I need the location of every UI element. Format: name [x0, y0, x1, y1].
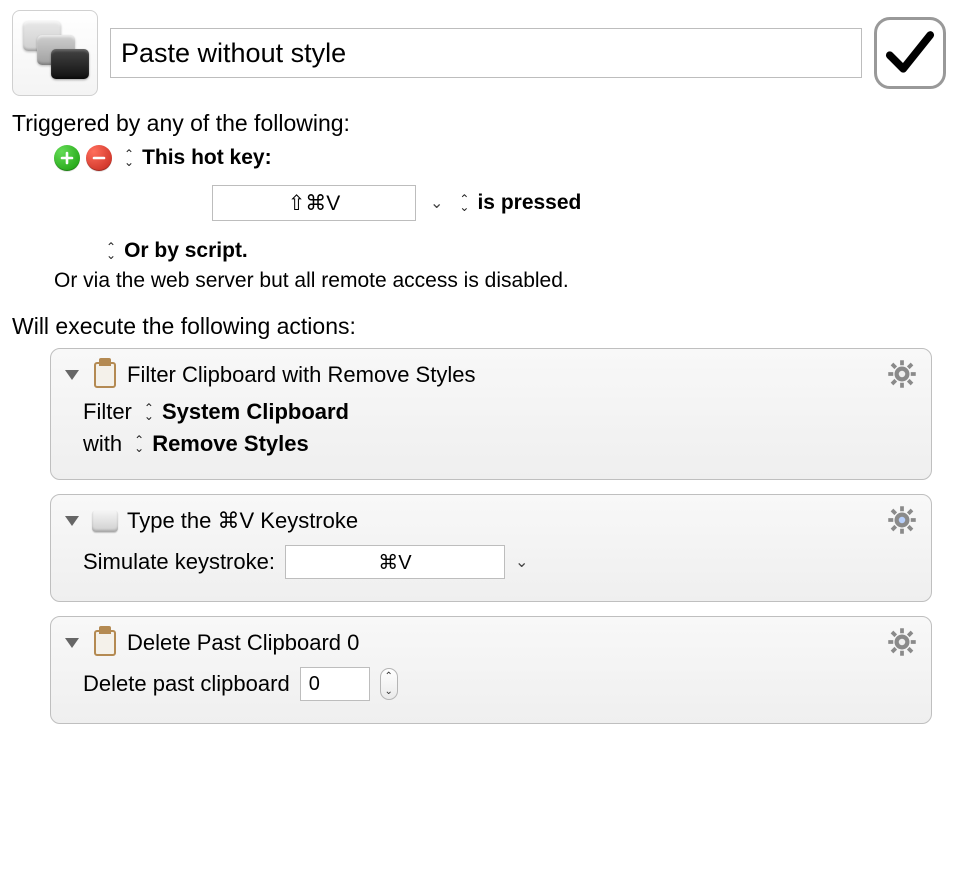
chevron-updown-icon: ⌃⌄ — [144, 404, 154, 420]
hotkey-value: ⇧⌘V — [288, 191, 341, 216]
keystroke-dropdown[interactable]: ⌄ — [515, 552, 528, 572]
hotkey-dropdown[interactable]: ⌄ — [430, 193, 443, 213]
actions-section-heading: Will execute the following actions: — [12, 313, 946, 340]
or-by-script-selector[interactable]: ⌃⌄ Or by script. — [104, 239, 248, 263]
keystroke-value: ⌘V — [378, 550, 411, 575]
stepper-up-icon: ⌃ — [384, 671, 392, 682]
chevron-updown-icon: ⌃⌄ — [134, 436, 144, 452]
action-title: Type the ⌘V Keystroke — [127, 508, 358, 534]
add-trigger-button[interactable] — [54, 145, 80, 171]
remote-note: Or via the web server but all remote acc… — [54, 269, 946, 293]
simulate-label: Simulate keystroke: — [83, 549, 275, 575]
gear-icon[interactable] — [887, 359, 917, 389]
chevron-updown-icon: ⌃⌄ — [459, 195, 469, 211]
trigger-condition-label: is pressed — [477, 191, 581, 215]
index-stepper[interactable]: ⌃ ⌄ — [380, 668, 398, 700]
macro-enabled-checkbox[interactable] — [874, 17, 946, 89]
filter-type-value: Remove Styles — [152, 431, 309, 457]
remove-trigger-button[interactable] — [86, 145, 112, 171]
key-icon — [91, 507, 119, 535]
action-title: Filter Clipboard with Remove Styles — [127, 362, 475, 388]
chevron-updown-icon: ⌃⌄ — [124, 150, 134, 166]
stepper-down-icon: ⌄ — [384, 686, 392, 697]
trigger-section-heading: Triggered by any of the following: — [12, 110, 946, 137]
action-delete-past-clipboard[interactable]: Delete Past Clipboard 0 Delete past clip… — [50, 616, 932, 724]
filter-source-selector[interactable]: ⌃⌄ System Clipboard — [142, 399, 349, 425]
filter-label: Filter — [83, 399, 132, 425]
trigger-type-label: This hot key: — [142, 146, 272, 170]
disclosure-triangle-icon[interactable] — [65, 638, 79, 648]
macro-title-input[interactable] — [110, 28, 862, 78]
hotkey-input[interactable]: ⇧⌘V — [212, 185, 416, 221]
gear-icon[interactable] — [887, 505, 917, 535]
delete-label: Delete past clipboard — [83, 671, 290, 697]
with-label: with — [83, 431, 122, 457]
action-filter-clipboard[interactable]: Filter Clipboard with Remove Styles Filt… — [50, 348, 932, 480]
clipboard-index-input[interactable] — [300, 667, 370, 701]
gear-icon[interactable] — [887, 627, 917, 657]
filter-type-selector[interactable]: ⌃⌄ Remove Styles — [132, 431, 309, 457]
action-title: Delete Past Clipboard 0 — [127, 630, 359, 656]
action-type-keystroke[interactable]: Type the ⌘V Keystroke Simulate keystroke… — [50, 494, 932, 602]
macro-icon[interactable] — [12, 10, 98, 96]
or-by-script-label: Or by script. — [124, 239, 248, 263]
chevron-updown-icon: ⌃⌄ — [106, 243, 116, 259]
keystroke-input[interactable]: ⌘V — [285, 545, 505, 579]
filter-source-value: System Clipboard — [162, 399, 349, 425]
trigger-type-selector[interactable]: ⌃⌄ This hot key: — [122, 146, 272, 170]
disclosure-triangle-icon[interactable] — [65, 370, 79, 380]
clipboard-icon — [91, 361, 119, 389]
disclosure-triangle-icon[interactable] — [65, 516, 79, 526]
trigger-condition-selector[interactable]: ⌃⌄ is pressed — [457, 191, 581, 215]
clipboard-icon — [91, 629, 119, 657]
